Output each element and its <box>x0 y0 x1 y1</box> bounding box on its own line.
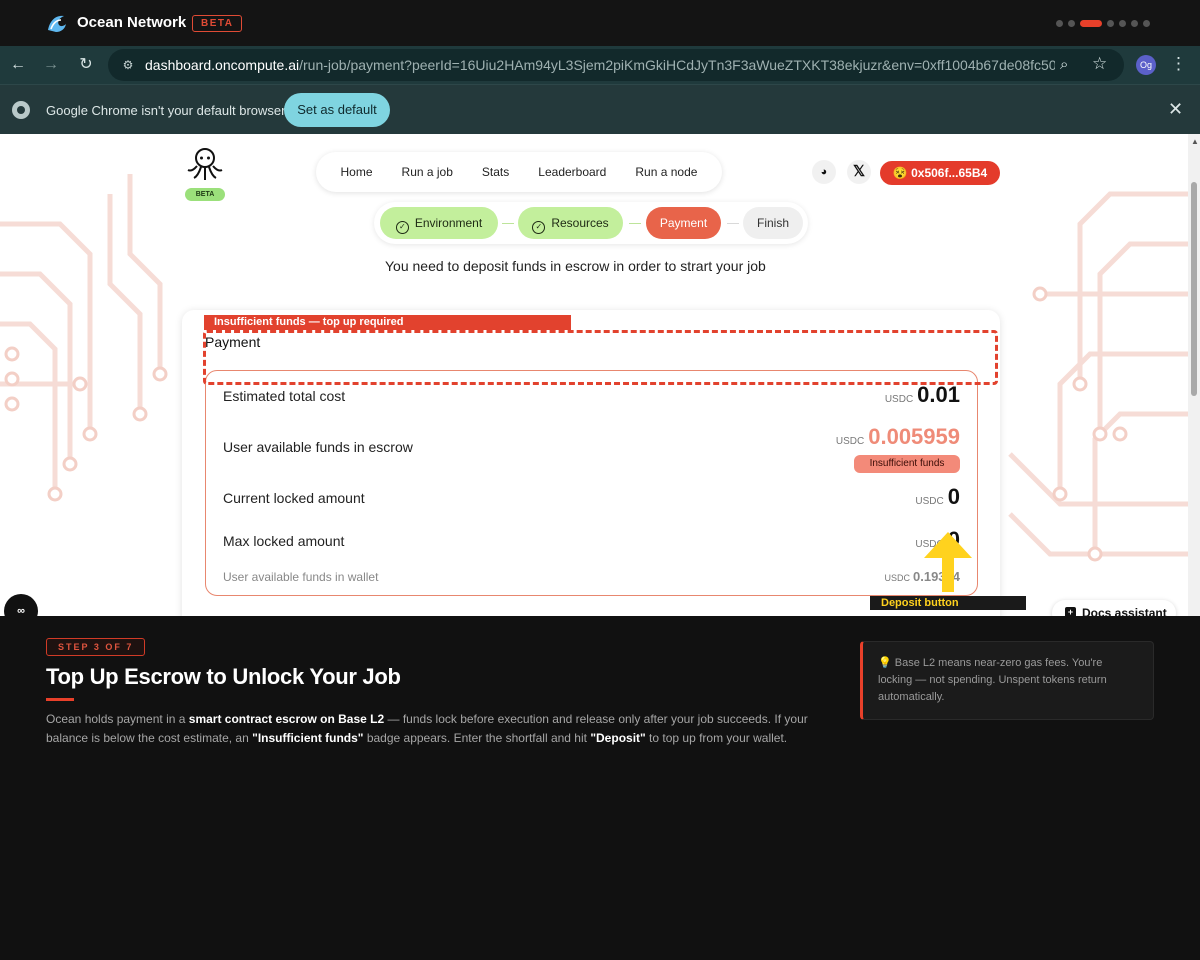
step-environment[interactable]: ✓ Environment <box>380 207 498 239</box>
guide-title: Top Up Escrow to Unlock Your Job <box>46 664 401 689</box>
wallet-funds-label: User available funds in wallet <box>223 570 379 584</box>
nav-run-a-node[interactable]: Run a node <box>635 165 697 179</box>
escrow-funds-label: User available funds in escrow <box>223 439 413 455</box>
progress-dots <box>1056 20 1150 27</box>
site-info-icon[interactable]: ⚙ <box>120 57 136 73</box>
check-icon: ✓ <box>395 221 409 234</box>
title-underline <box>46 698 74 701</box>
discord-icon[interactable]: ◕ <box>812 160 836 184</box>
step-counter-badge: STEP 3 OF 7 <box>46 638 146 656</box>
step-connector <box>629 223 641 224</box>
docs-assistant-button[interactable]: + Docs assistant <box>1052 600 1176 616</box>
forward-icon[interactable]: → <box>41 55 61 75</box>
progress-dot-active[interactable] <box>1080 20 1102 27</box>
step-resources[interactable]: ✓ Resources <box>518 207 623 239</box>
progress-dot[interactable] <box>1056 20 1063 27</box>
progress-dot[interactable] <box>1068 20 1075 27</box>
tip-text: 💡 Base L2 means near-zero gas fees. You'… <box>878 657 1107 703</box>
estimated-cost-value: USDC 0.01 <box>884 382 960 407</box>
beta-badge: BETA <box>192 15 243 32</box>
wave-logo-icon <box>48 15 66 32</box>
site-nav: Home Run a job Stats Leaderboard Run a n… <box>316 152 722 192</box>
locked-amount-value: USDC 0 <box>915 484 960 509</box>
url-text[interactable]: dashboard.oncompute.ai/run-job/payment?p… <box>145 57 1055 73</box>
back-icon[interactable]: ← <box>8 55 28 75</box>
deposit-prompt: You need to deposit funds in escrow in o… <box>385 258 766 274</box>
browser-toolbar: ← → ↻ ⚙ dashboard.oncompute.ai/run-job/p… <box>0 46 1200 84</box>
close-icon[interactable]: ✕ <box>1168 99 1183 120</box>
progress-dot[interactable] <box>1119 20 1126 27</box>
chrome-icon <box>12 101 30 119</box>
menu-kebab-icon[interactable]: ⋮ <box>1170 54 1187 74</box>
zoom-icon[interactable]: ⌕ <box>1060 56 1068 73</box>
step-payment[interactable]: Payment <box>646 207 721 239</box>
bookmark-star-icon[interactable]: ☆ <box>1092 54 1107 74</box>
site-beta-badge: BETA <box>185 188 225 201</box>
step-connector <box>502 223 514 224</box>
scroll-thumb[interactable] <box>1191 182 1197 396</box>
infobar-message: Google Chrome isn't your default browser <box>46 103 286 118</box>
brand-name: Ocean Network <box>77 14 187 31</box>
wallet-button[interactable]: 😵 0x506f...65B4 <box>880 161 1000 185</box>
step-finish[interactable]: Finish <box>743 207 803 239</box>
x-icon[interactable]: 𝕏 <box>847 160 871 184</box>
progress-dot[interactable] <box>1131 20 1138 27</box>
set-default-button[interactable]: Set as default <box>284 93 390 127</box>
guide-panel: STEP 3 OF 7 Top Up Escrow to Unlock Your… <box>0 616 1200 960</box>
deposit-button-annotation: Deposit button <box>870 596 1026 610</box>
step-connector <box>727 223 739 224</box>
check-icon: ✓ <box>532 221 546 234</box>
reload-icon[interactable]: ↻ <box>76 55 96 75</box>
max-locked-label: Max locked amount <box>223 533 345 549</box>
tip-box: 💡 Base L2 means near-zero gas fees. You'… <box>860 641 1154 720</box>
nav-run-a-job[interactable]: Run a job <box>402 165 453 179</box>
page-scrollbar[interactable]: ▲ <box>1188 134 1200 616</box>
up-arrow-icon <box>924 532 972 592</box>
nav-stats[interactable]: Stats <box>482 165 509 179</box>
escrow-funds-value: USDC 0.005959 <box>835 424 960 449</box>
profile-avatar[interactable]: Og <box>1136 55 1156 75</box>
progress-dot[interactable] <box>1107 20 1114 27</box>
brand-bar: Ocean Network BETA <box>0 0 1200 46</box>
job-stepper: ✓ Environment ✓ Resources Payment Finish <box>374 202 808 244</box>
guide-body: Ocean holds payment in a smart contract … <box>46 712 808 745</box>
plus-icon: + <box>1065 607 1076 616</box>
locked-amount-label: Current locked amount <box>223 490 365 506</box>
octopus-logo-icon <box>187 148 223 180</box>
highlight-dashed-box <box>203 330 998 385</box>
insufficient-funds-annotation: Insufficient funds — top up required <box>204 315 571 330</box>
estimated-cost-label: Estimated total cost <box>223 388 346 404</box>
page-viewport: BETA Home Run a job Stats Leaderboard Ru… <box>0 134 1188 616</box>
nav-leaderboard[interactable]: Leaderboard <box>538 165 606 179</box>
address-bar[interactable]: ⚙ dashboard.oncompute.ai/run-job/payment… <box>108 49 1124 81</box>
scroll-up-icon[interactable]: ▲ <box>1191 137 1199 146</box>
progress-dot[interactable] <box>1143 20 1150 27</box>
insufficient-funds-badge: Insufficient funds <box>854 455 960 473</box>
default-browser-infobar: Google Chrome isn't your default browser… <box>0 84 1200 134</box>
nav-home[interactable]: Home <box>341 165 373 179</box>
